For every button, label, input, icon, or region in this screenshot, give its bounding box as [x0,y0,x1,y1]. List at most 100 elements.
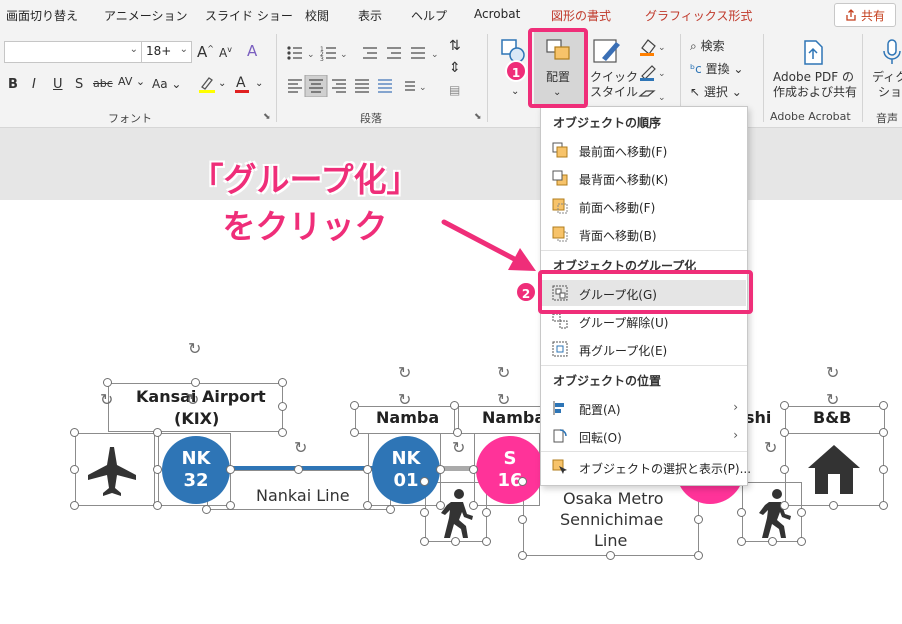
resize-handle[interactable] [226,501,235,510]
rotate-handle-icon[interactable]: ↻ [452,438,465,457]
resize-handle[interactable] [797,508,806,517]
resize-handle[interactable] [879,465,888,474]
tab-animations[interactable]: アニメーション [104,7,188,24]
resize-handle[interactable] [153,465,162,474]
resize-handle[interactable] [70,428,79,437]
strikethrough-button[interactable]: abc [93,77,113,90]
tab-review[interactable]: 校閲 [305,7,329,24]
resize-handle[interactable] [420,537,429,546]
share-button[interactable]: 共有 [834,3,896,27]
acrobat-button-line2[interactable]: 作成および共有 [773,85,857,100]
rotate-handle-icon[interactable]: ↻ [497,390,510,409]
resize-handle[interactable] [606,551,615,560]
resize-handle[interactable] [350,401,359,410]
paragraph-list-buttons[interactable]: ⌄ 123 ⌄ ⌄ [285,43,465,63]
menu-item-align[interactable]: 配置(A) › [542,395,746,421]
resize-handle[interactable] [780,501,789,510]
menu-item-rotate[interactable]: 回転(O) › [542,423,746,449]
resize-handle[interactable] [518,477,527,486]
replace-button[interactable]: ᵇc 置換 ⌄ [690,60,743,77]
find-button[interactable]: ⌕ 検索 [690,37,725,54]
resize-handle[interactable] [453,428,462,437]
rotate-handle-icon[interactable]: ↻ [100,390,113,409]
highlighter-icon[interactable] [197,74,217,94]
pdf-share-icon[interactable] [800,38,826,66]
resize-handle[interactable] [737,537,746,546]
rotate-handle-icon[interactable]: ↻ [826,363,839,382]
resize-handle[interactable] [363,465,372,474]
font-size-combo[interactable]: 18+ ⌄ [141,41,192,63]
resize-handle[interactable] [879,428,888,437]
resize-handle[interactable] [103,378,112,387]
rotate-handle-icon[interactable]: ↻ [826,390,839,409]
resize-handle[interactable] [694,551,703,560]
dictate-label-1[interactable]: ディクテ [872,70,902,85]
microphone-icon[interactable] [882,38,902,66]
resize-handle[interactable] [294,465,303,474]
clear-format-button[interactable]: A [247,42,257,60]
font-name-combo[interactable]: ⌄ [4,41,142,63]
shrink-font-button[interactable]: Av [219,45,232,60]
resize-handle[interactable] [780,465,789,474]
acrobat-button-line1[interactable]: Adobe PDF の [773,70,854,85]
resize-handle[interactable] [226,465,235,474]
resize-handle[interactable] [202,505,211,514]
resize-handle[interactable] [737,508,746,517]
menu-item-send-to-back[interactable]: 最背面へ移動(K) [542,165,746,191]
underline-button[interactable]: U [53,77,63,92]
tab-graphics-format[interactable]: グラフィックス形式 [645,7,752,24]
paragraph-align-buttons[interactable]: ⌄ [285,75,445,97]
shape-fill-outline-effects[interactable]: ⌄ ⌄ ⌄ [636,36,666,106]
resize-handle[interactable] [70,465,79,474]
resize-handle[interactable] [797,537,806,546]
resize-handle[interactable] [879,501,888,510]
resize-handle[interactable] [278,428,287,437]
resize-handle[interactable] [278,378,287,387]
resize-handle[interactable] [420,477,429,486]
resize-handle[interactable] [450,401,459,410]
resize-handle[interactable] [386,505,395,514]
tab-transitions[interactable]: 画面切り替え [6,7,78,24]
resize-handle[interactable] [829,501,838,510]
shadow-button[interactable]: S [75,77,83,92]
text-direction-icon[interactable]: ⇅ [449,38,461,54]
resize-handle[interactable] [518,515,527,524]
resize-handle[interactable] [420,508,429,517]
rotate-handle-icon[interactable]: ↻ [497,363,510,382]
resize-handle[interactable] [191,378,200,387]
resize-handle[interactable] [694,515,703,524]
tab-acrobat[interactable]: Acrobat [474,7,520,21]
resize-handle[interactable] [436,465,445,474]
chevron-down-icon[interactable]: ⌄ [218,78,226,89]
chevron-down-icon[interactable]: ⌄ [255,78,263,89]
menu-item-regroup[interactable]: 再グループ化(E) [542,336,746,362]
resize-handle[interactable] [350,428,359,437]
rotate-handle-icon[interactable]: ↻ [398,390,411,409]
resize-handle[interactable] [469,501,478,510]
resize-handle[interactable] [482,537,491,546]
resize-handle[interactable] [518,551,527,560]
rotate-handle-icon[interactable]: ↻ [188,339,201,358]
dictate-label-2[interactable]: ション [878,85,902,100]
resize-handle[interactable] [153,428,162,437]
tab-slideshow[interactable]: スライド ショー [205,7,293,24]
dialog-launcher-icon[interactable]: ⬊ [263,112,271,122]
menu-item-selection-pane[interactable]: オブジェクトの選択と表示(P)... [542,454,751,480]
font-color-icon[interactable]: A [233,74,251,94]
resize-handle[interactable] [363,501,372,510]
resize-handle[interactable] [436,501,445,510]
rotate-handle-icon[interactable]: ↻ [186,390,199,409]
resize-handle[interactable] [482,508,491,517]
resize-handle[interactable] [469,465,478,474]
resize-handle[interactable] [278,402,287,411]
italic-button[interactable]: I [32,77,36,92]
select-button[interactable]: ↖ 選択 ⌄ [690,83,742,100]
bold-button[interactable]: B [8,77,18,92]
tab-help[interactable]: ヘルプ [411,7,447,24]
menu-item-bring-forward[interactable]: 前面へ移動(F) [542,193,746,219]
resize-handle[interactable] [70,501,79,510]
menu-item-send-backward[interactable]: 背面へ移動(B) [542,221,746,247]
resize-handle[interactable] [768,537,777,546]
resize-handle[interactable] [780,428,789,437]
chevron-down-icon[interactable]: ⌄ [511,86,519,97]
